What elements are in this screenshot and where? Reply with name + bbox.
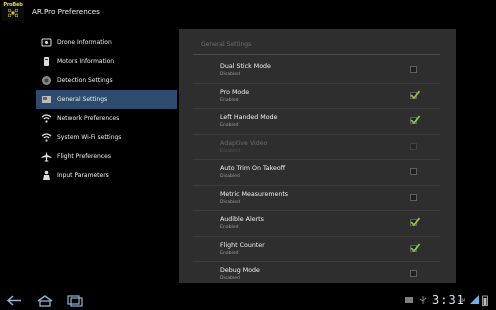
pref-title: Auto Trim On Takeoff (220, 165, 286, 172)
adaptive-video-checkbox (410, 142, 417, 150)
menu-item-input-parameters[interactable]: Input Parameters (36, 166, 177, 185)
general-settings-panel: General Settings Dual Stick Mode Disable… (179, 29, 456, 283)
menu-item-general-settings[interactable]: General Settings (36, 90, 177, 109)
action-bar: ProBeb AR.Pro Preferences (0, 0, 496, 22)
pref-flight-counter[interactable]: Flight Counter Enabled (193, 237, 440, 262)
pref-audible-alerts[interactable]: Audible Alerts Enabled (193, 211, 440, 237)
quadcopter-icon (8, 8, 18, 17)
pref-left-handed-mode[interactable]: Left Handed Mode Enabled (193, 109, 440, 135)
dual-stick-mode-checkbox[interactable] (410, 66, 417, 73)
pref-title: Metric Measurements (220, 190, 289, 198)
drone-info-icon (39, 37, 53, 49)
panel-divider (193, 54, 440, 55)
pref-title: Flight Counter (220, 241, 265, 249)
pref-metric-measurements[interactable]: Metric Measurements Disabled (193, 186, 440, 211)
menu-item-label: Detection Settings (57, 77, 113, 84)
debug-mode-checkbox[interactable] (410, 270, 417, 277)
pref-adaptive-video: Adaptive Video Disabled (193, 135, 440, 160)
panel-header: General Settings (201, 41, 252, 48)
pref-summary: Enabled (220, 123, 239, 128)
app-icon[interactable]: ProBeb (2, 1, 24, 21)
menu-item-label: Motors Information (57, 58, 115, 65)
wifi-signal-icon (470, 295, 479, 304)
pref-dual-stick-mode[interactable]: Dual Stick Mode Disabled (193, 58, 440, 84)
menu-item-detection-settings[interactable]: Detection Settings (36, 71, 177, 90)
menu-item-label: System Wi-Fi settings (57, 134, 122, 141)
pref-summary: Disabled (220, 174, 240, 179)
preference-headers-list: Drone Information Motors Information Det… (36, 33, 177, 185)
pref-summary: Disabled (220, 148, 240, 154)
pref-title: Adaptive Video (220, 139, 268, 147)
wifi-icon (39, 113, 53, 125)
flight-counter-checkbox[interactable] (410, 242, 420, 252)
usb-icon[interactable] (418, 295, 428, 305)
notification-icon[interactable] (404, 295, 414, 305)
clock-ampm: AM (459, 298, 466, 303)
home-icon[interactable] (36, 294, 54, 307)
system-bar: 3:31 AM (0, 291, 496, 310)
airplane-icon (39, 151, 53, 163)
pref-summary: Enabled (220, 250, 239, 256)
pref-auto-trim-on-takeoff[interactable]: Auto Trim On Takeoff Disabled (193, 160, 440, 186)
pref-summary: Disabled (220, 276, 240, 281)
app-title: AR.Pro Preferences (32, 6, 100, 16)
preferences-list: Dual Stick Mode Disabled Pro Mode Enable… (193, 58, 440, 288)
checkmark-icon (410, 242, 420, 252)
pref-summary: Disabled (220, 72, 240, 77)
menu-item-label: Network Preferences (57, 115, 120, 122)
app-icon-text: ProBeb (3, 1, 23, 8)
menu-item-network-preferences[interactable]: Network Preferences (36, 109, 177, 128)
pref-title: Audible Alerts (220, 216, 264, 223)
pref-title: Left Handed Mode (220, 114, 278, 121)
motor-icon (39, 56, 53, 68)
menu-item-label: Flight Preferences (57, 153, 111, 160)
metric-measurements-checkbox[interactable] (410, 193, 417, 201)
menu-item-motors-information[interactable]: Motors Information (36, 52, 177, 71)
menu-item-label: Input Parameters (57, 172, 109, 179)
auto-trim-checkbox[interactable] (410, 168, 417, 175)
menu-item-system-wifi-settings[interactable]: System Wi-Fi settings (36, 128, 177, 147)
pro-mode-checkbox[interactable] (410, 89, 420, 99)
menu-item-label: General Settings (57, 96, 108, 103)
checkmark-icon (410, 89, 420, 99)
pref-title: Dual Stick Mode (220, 63, 271, 70)
pref-pro-mode[interactable]: Pro Mode Enabled (193, 84, 440, 109)
back-icon[interactable] (6, 294, 24, 307)
person-icon (39, 170, 53, 182)
menu-item-flight-preferences[interactable]: Flight Preferences (36, 147, 177, 166)
audible-alerts-checkbox[interactable] (410, 217, 420, 226)
detection-icon (39, 75, 53, 87)
left-handed-mode-checkbox[interactable] (410, 115, 420, 124)
pref-summary: Enabled (220, 225, 239, 230)
pref-title: Debug Mode (220, 267, 260, 274)
pref-summary: Enabled (220, 97, 239, 103)
system-wifi-icon (39, 132, 53, 144)
checkmark-icon (410, 217, 420, 226)
pref-title: Pro Mode (220, 88, 250, 96)
battery-icon (482, 295, 488, 306)
recent-apps-icon[interactable] (66, 294, 84, 307)
pref-debug-mode[interactable]: Debug Mode Disabled (193, 262, 440, 288)
menu-item-drone-information[interactable]: Drone Information (36, 33, 177, 52)
menu-item-label: Drone Information (57, 39, 112, 46)
general-settings-icon (39, 94, 53, 106)
checkmark-icon (410, 115, 420, 124)
pref-summary: Disabled (220, 199, 240, 205)
